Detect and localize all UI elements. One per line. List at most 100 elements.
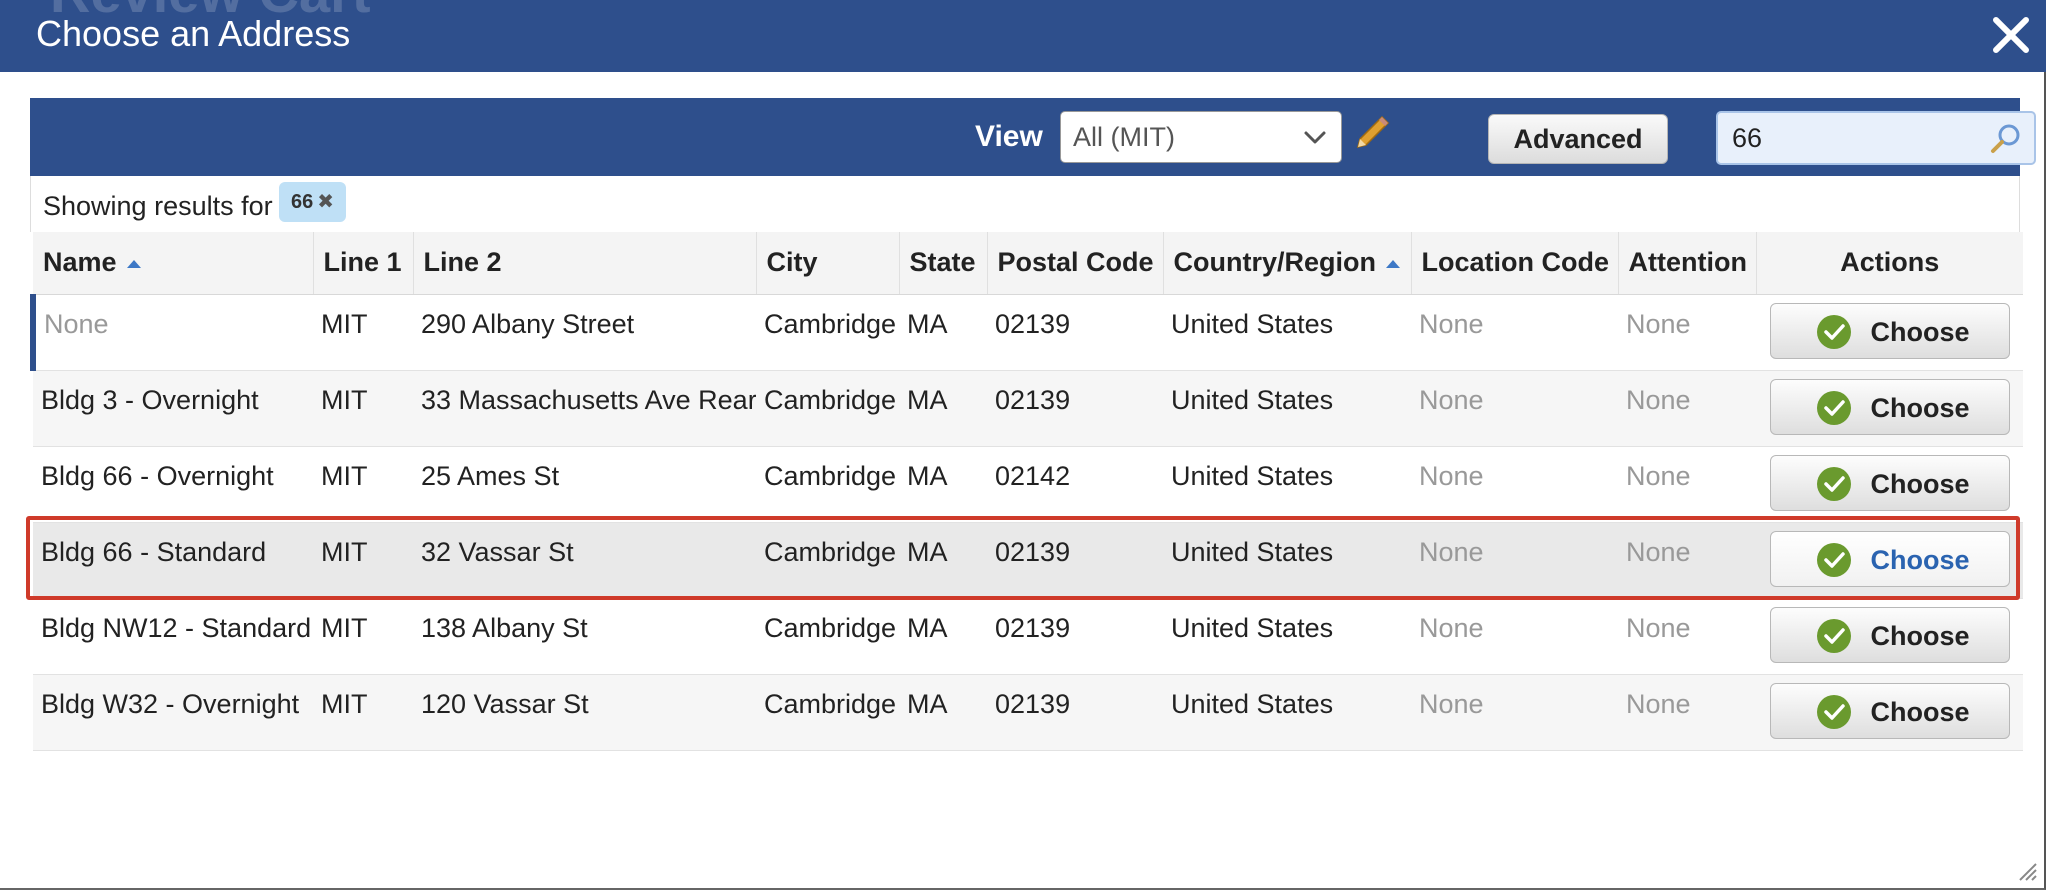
table-row[interactable]: Bldg 3 - Overnight MIT 33 Massachusetts … xyxy=(33,370,2023,447)
choose-button-label: Choose xyxy=(1870,620,1970,651)
table-row[interactable]: Bldg 66 - Overnight MIT 25 Ames St Cambr… xyxy=(33,446,2023,523)
search-toolbar: View All (MIT) Advanced 66 xyxy=(30,98,2036,176)
resize-handle-icon[interactable] xyxy=(2014,858,2038,882)
cell-city: Cambridge xyxy=(756,446,899,523)
check-circle-icon xyxy=(1816,466,1851,501)
cell-state: MA xyxy=(899,674,987,751)
sort-ascending-icon xyxy=(1386,260,1400,269)
cell-country: United States xyxy=(1163,446,1411,523)
cell-attention: None xyxy=(1618,446,1756,523)
choose-button[interactable]: Choose xyxy=(1769,530,2010,587)
cell-line1: MIT xyxy=(313,674,413,751)
cell-country: United States xyxy=(1163,370,1411,447)
table-header-row: Name Line 1 Line 2 City State Postal Cod… xyxy=(33,232,2023,295)
search-value: 66 xyxy=(1732,123,1763,153)
cell-postal-code: 02139 xyxy=(987,598,1163,675)
table-row[interactable]: Bldg NW12 - Standard MIT 138 Albany St C… xyxy=(33,598,2023,675)
table-row[interactable]: Bldg W32 - Overnight MIT 120 Vassar St C… xyxy=(33,674,2023,751)
view-label: View xyxy=(975,120,1043,153)
cell-state: MA xyxy=(899,598,987,675)
results-summary: Showing results for 66 ✖ xyxy=(30,176,2020,232)
cell-country: United States xyxy=(1163,674,1411,751)
dialog-titlebar: Review Cart Choose an Address xyxy=(0,0,2046,72)
view-dropdown[interactable]: All (MIT) xyxy=(1060,111,1342,163)
cell-postal-code: 02139 xyxy=(987,522,1163,599)
cell-attention: None xyxy=(1618,598,1756,675)
pencil-icon[interactable] xyxy=(1352,113,1392,153)
remove-filter-icon[interactable]: ✖ xyxy=(317,191,334,213)
cell-attention: None xyxy=(1618,674,1756,751)
cell-location-code: None xyxy=(1411,522,1618,599)
cell-line1: MIT xyxy=(313,294,413,371)
cell-city: Cambridge xyxy=(756,598,899,675)
cell-line1: MIT xyxy=(313,446,413,523)
cell-attention: None xyxy=(1618,370,1756,447)
view-selected-value: All (MIT) xyxy=(1073,122,1175,152)
column-header-name[interactable]: Name xyxy=(33,232,314,295)
cell-city: Cambridge xyxy=(756,294,899,371)
check-circle-icon xyxy=(1816,618,1851,653)
cell-actions: Choose xyxy=(1756,446,2023,523)
cell-state: MA xyxy=(899,294,987,371)
column-header-actions: Actions xyxy=(1756,232,2023,295)
advanced-button[interactable]: Advanced xyxy=(1488,114,1668,164)
cell-line2: 25 Ames St xyxy=(413,446,756,523)
close-icon[interactable] xyxy=(1988,12,2034,58)
column-header-country[interactable]: Country/Region xyxy=(1163,232,1412,295)
cell-attention: None xyxy=(1618,294,1756,371)
column-header-postal-code[interactable]: Postal Code xyxy=(987,232,1164,295)
cell-actions: Choose xyxy=(1756,598,2023,675)
choose-button[interactable]: Choose xyxy=(1769,378,2010,435)
cell-location-code: None xyxy=(1411,446,1618,523)
table-row[interactable]: None MIT 290 Albany Street Cambridge MA … xyxy=(30,294,2023,371)
search-icon[interactable] xyxy=(1988,121,2024,157)
cell-name: Bldg 3 - Overnight xyxy=(33,370,313,447)
cell-city: Cambridge xyxy=(756,522,899,599)
cell-name: None xyxy=(30,294,313,371)
choose-button-label: Choose xyxy=(1870,544,1970,575)
column-header-city[interactable]: City xyxy=(756,232,900,295)
cell-line1: MIT xyxy=(313,370,413,447)
column-header-attention[interactable]: Attention xyxy=(1618,232,1757,295)
cell-location-code: None xyxy=(1411,674,1618,751)
column-header-label: Country/Region xyxy=(1173,247,1377,278)
dialog-title: Choose an Address xyxy=(36,13,351,54)
check-circle-icon xyxy=(1816,390,1851,425)
cell-name: Bldg 66 - Standard xyxy=(33,522,313,599)
cell-name: Bldg 66 - Overnight xyxy=(33,446,313,523)
cell-line2: 32 Vassar St xyxy=(413,522,756,599)
search-input[interactable]: 66 xyxy=(1716,111,2036,165)
check-circle-icon xyxy=(1816,314,1851,349)
choose-button[interactable]: Choose xyxy=(1769,302,2010,359)
column-header-location-code[interactable]: Location Code xyxy=(1411,232,1619,295)
table-row-highlighted[interactable]: Bldg 66 - Standard MIT 32 Vassar St Camb… xyxy=(33,522,2023,599)
column-header-state[interactable]: State xyxy=(899,232,988,295)
cell-city: Cambridge xyxy=(756,674,899,751)
check-circle-icon xyxy=(1816,694,1851,729)
cell-location-code: None xyxy=(1411,370,1618,447)
choose-button-label: Choose xyxy=(1870,316,1970,347)
filter-chip-label: 66 xyxy=(291,191,314,213)
choose-button[interactable]: Choose xyxy=(1769,606,2010,663)
cell-line1: MIT xyxy=(313,598,413,675)
cell-actions: Choose xyxy=(1756,294,2023,371)
cell-actions: Choose xyxy=(1756,522,2023,599)
choose-button[interactable]: Choose xyxy=(1769,682,2010,739)
cell-attention: None xyxy=(1618,522,1756,599)
cell-state: MA xyxy=(899,446,987,523)
cell-line2: 290 Albany Street xyxy=(413,294,756,371)
cell-line2: 33 Massachusetts Ave Rear xyxy=(413,370,756,447)
cell-postal-code: 02139 xyxy=(987,370,1163,447)
choose-button-label: Choose xyxy=(1870,696,1970,727)
address-table: Name Line 1 Line 2 City State Postal Cod… xyxy=(30,232,2023,751)
cell-postal-code: 02139 xyxy=(987,294,1163,371)
column-header-line1[interactable]: Line 1 xyxy=(313,232,414,295)
address-dialog: Review Cart Choose an Address View All (… xyxy=(0,0,2046,890)
cell-line2: 138 Albany St xyxy=(413,598,756,675)
cell-name: Bldg W32 - Overnight xyxy=(33,674,313,751)
chevron-down-icon xyxy=(1304,131,1326,144)
cell-line1: MIT xyxy=(313,522,413,599)
column-header-line2[interactable]: Line 2 xyxy=(413,232,757,295)
choose-button[interactable]: Choose xyxy=(1769,454,2010,511)
cell-location-code: None xyxy=(1411,294,1618,371)
